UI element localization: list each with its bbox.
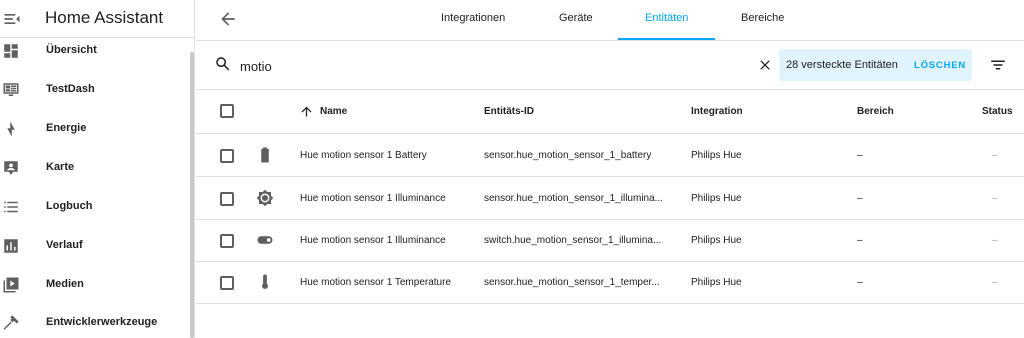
sidebar: Home Assistant Übersicht TestDash Energi… [0,0,195,338]
active-tab-indicator [618,38,715,40]
sidebar-item-label: Energie [46,122,87,134]
entity-status: – [992,150,998,161]
entity-id: sensor.hue_motion_sensor_1_illumina... [484,193,663,204]
entity-name: Hue motion sensor 1 Illuminance [300,193,446,204]
search-bar: 28 versteckte Entitäten LÖSCHEN [196,41,1024,90]
entity-area: – [857,150,863,161]
table-header: Name Entitäts-ID Integration Bereich Sta… [196,90,1024,134]
table-row[interactable]: Hue motion sensor 1 Temperature sensor.h… [196,262,1024,304]
sidebar-item-label: Verlauf [46,239,83,251]
entity-integration: Philips Hue [691,235,742,246]
entity-status: – [992,235,998,246]
entity-id: sensor.hue_motion_sensor_1_temper... [484,277,660,288]
dashboard-icon [4,44,18,58]
entity-integration: Philips Hue [691,150,742,161]
sidebar-item-uebersicht[interactable]: Übersicht [0,33,188,71]
close-icon[interactable] [757,57,773,73]
tab-geraete[interactable]: Geräte [559,12,593,24]
entity-name: Hue motion sensor 1 Battery [300,150,427,161]
column-header-entity-id[interactable]: Entitäts-ID [484,106,534,117]
search-input[interactable] [240,56,740,76]
row-checkbox[interactable] [220,234,234,248]
top-bar: Integrationen Geräte Entitäten Bereiche [196,0,1024,41]
filter-icon[interactable] [989,56,1007,74]
entity-area: – [857,277,863,288]
entity-area: – [857,235,863,246]
toggle-switch-icon [257,236,273,244]
tab-integrationen[interactable]: Integrationen [441,12,505,24]
column-header-integration[interactable]: Integration [691,106,743,117]
sidebar-item-label: Entwicklerwerkzeuge [46,316,158,328]
app-root: Home Assistant Übersicht TestDash Energi… [0,0,1024,338]
battery-icon [261,147,269,163]
sidebar-header: Home Assistant [0,0,194,38]
sidebar-item-karte[interactable]: Karte [0,150,188,188]
entity-integration: Philips Hue [691,277,742,288]
entity-name: Hue motion sensor 1 Temperature [300,277,452,288]
entity-integration: Philips Hue [691,193,742,204]
menu-collapse-icon[interactable] [2,9,22,29]
select-all-checkbox[interactable] [220,104,234,118]
hammer-icon [3,315,19,330]
sidebar-item-logbuch[interactable]: Logbuch [0,189,188,227]
arrow-left-icon[interactable] [218,9,238,29]
row-checkbox[interactable] [220,192,234,206]
search-icon [216,57,230,71]
sidebar-scrollbar[interactable] [190,52,194,338]
sidebar-item-label: Logbuch [46,200,93,212]
hidden-entities-text: 28 versteckte Entitäten [786,59,898,71]
entity-status: – [992,277,998,288]
sidebar-item-energie[interactable]: Energie [0,111,188,149]
column-header-name[interactable]: Name [320,106,347,117]
sidebar-item-medien[interactable]: Medien [0,267,188,305]
table-row[interactable]: Hue motion sensor 1 Illuminance sensor.h… [196,178,1024,220]
column-header-status[interactable]: Status [982,106,1013,117]
sidebar-item-label: Übersicht [46,44,97,56]
column-header-area[interactable]: Bereich [857,106,894,117]
format-list-bulleted-icon [4,201,18,213]
monitor-dashboard-icon [3,83,19,96]
entity-area: – [857,193,863,204]
thermometer-icon [262,274,268,289]
sidebar-item-testdash[interactable]: TestDash [0,72,188,110]
entity-id: sensor.hue_motion_sensor_1_battery [484,150,652,161]
play-box-multiple-icon [3,277,19,293]
tab-bereiche[interactable]: Bereiche [741,12,784,24]
sidebar-item-label: Karte [46,161,75,173]
table-row[interactable]: Hue motion sensor 1 Battery sensor.hue_m… [196,135,1024,177]
row-checkbox[interactable] [220,276,234,290]
sidebar-item-verlauf[interactable]: Verlauf [0,228,188,266]
arrow-up-icon[interactable] [299,104,314,119]
entity-status: – [992,193,998,204]
sidebar-item-label: TestDash [46,83,95,95]
account-box-icon [4,161,18,175]
clear-hidden-button[interactable]: LÖSCHEN [914,60,966,71]
hidden-entities-banner: 28 versteckte Entitäten LÖSCHEN [779,49,972,81]
tab-entitaeten[interactable]: Entitäten [645,12,688,24]
entity-name: Hue motion sensor 1 Illuminance [300,235,446,246]
sidebar-item-entwicklerwerkzeuge[interactable]: Entwicklerwerkzeuge [0,305,188,338]
entity-id: switch.hue_motion_sensor_1_illumina... [484,235,662,246]
chart-box-icon [4,239,18,253]
app-title: Home Assistant [45,8,164,27]
table-row[interactable]: Hue motion sensor 1 Illuminance switch.h… [196,220,1024,262]
brightness-icon [256,189,274,207]
lightning-bolt-icon [7,121,15,137]
sidebar-item-label: Medien [46,278,84,290]
row-checkbox[interactable] [220,149,234,163]
